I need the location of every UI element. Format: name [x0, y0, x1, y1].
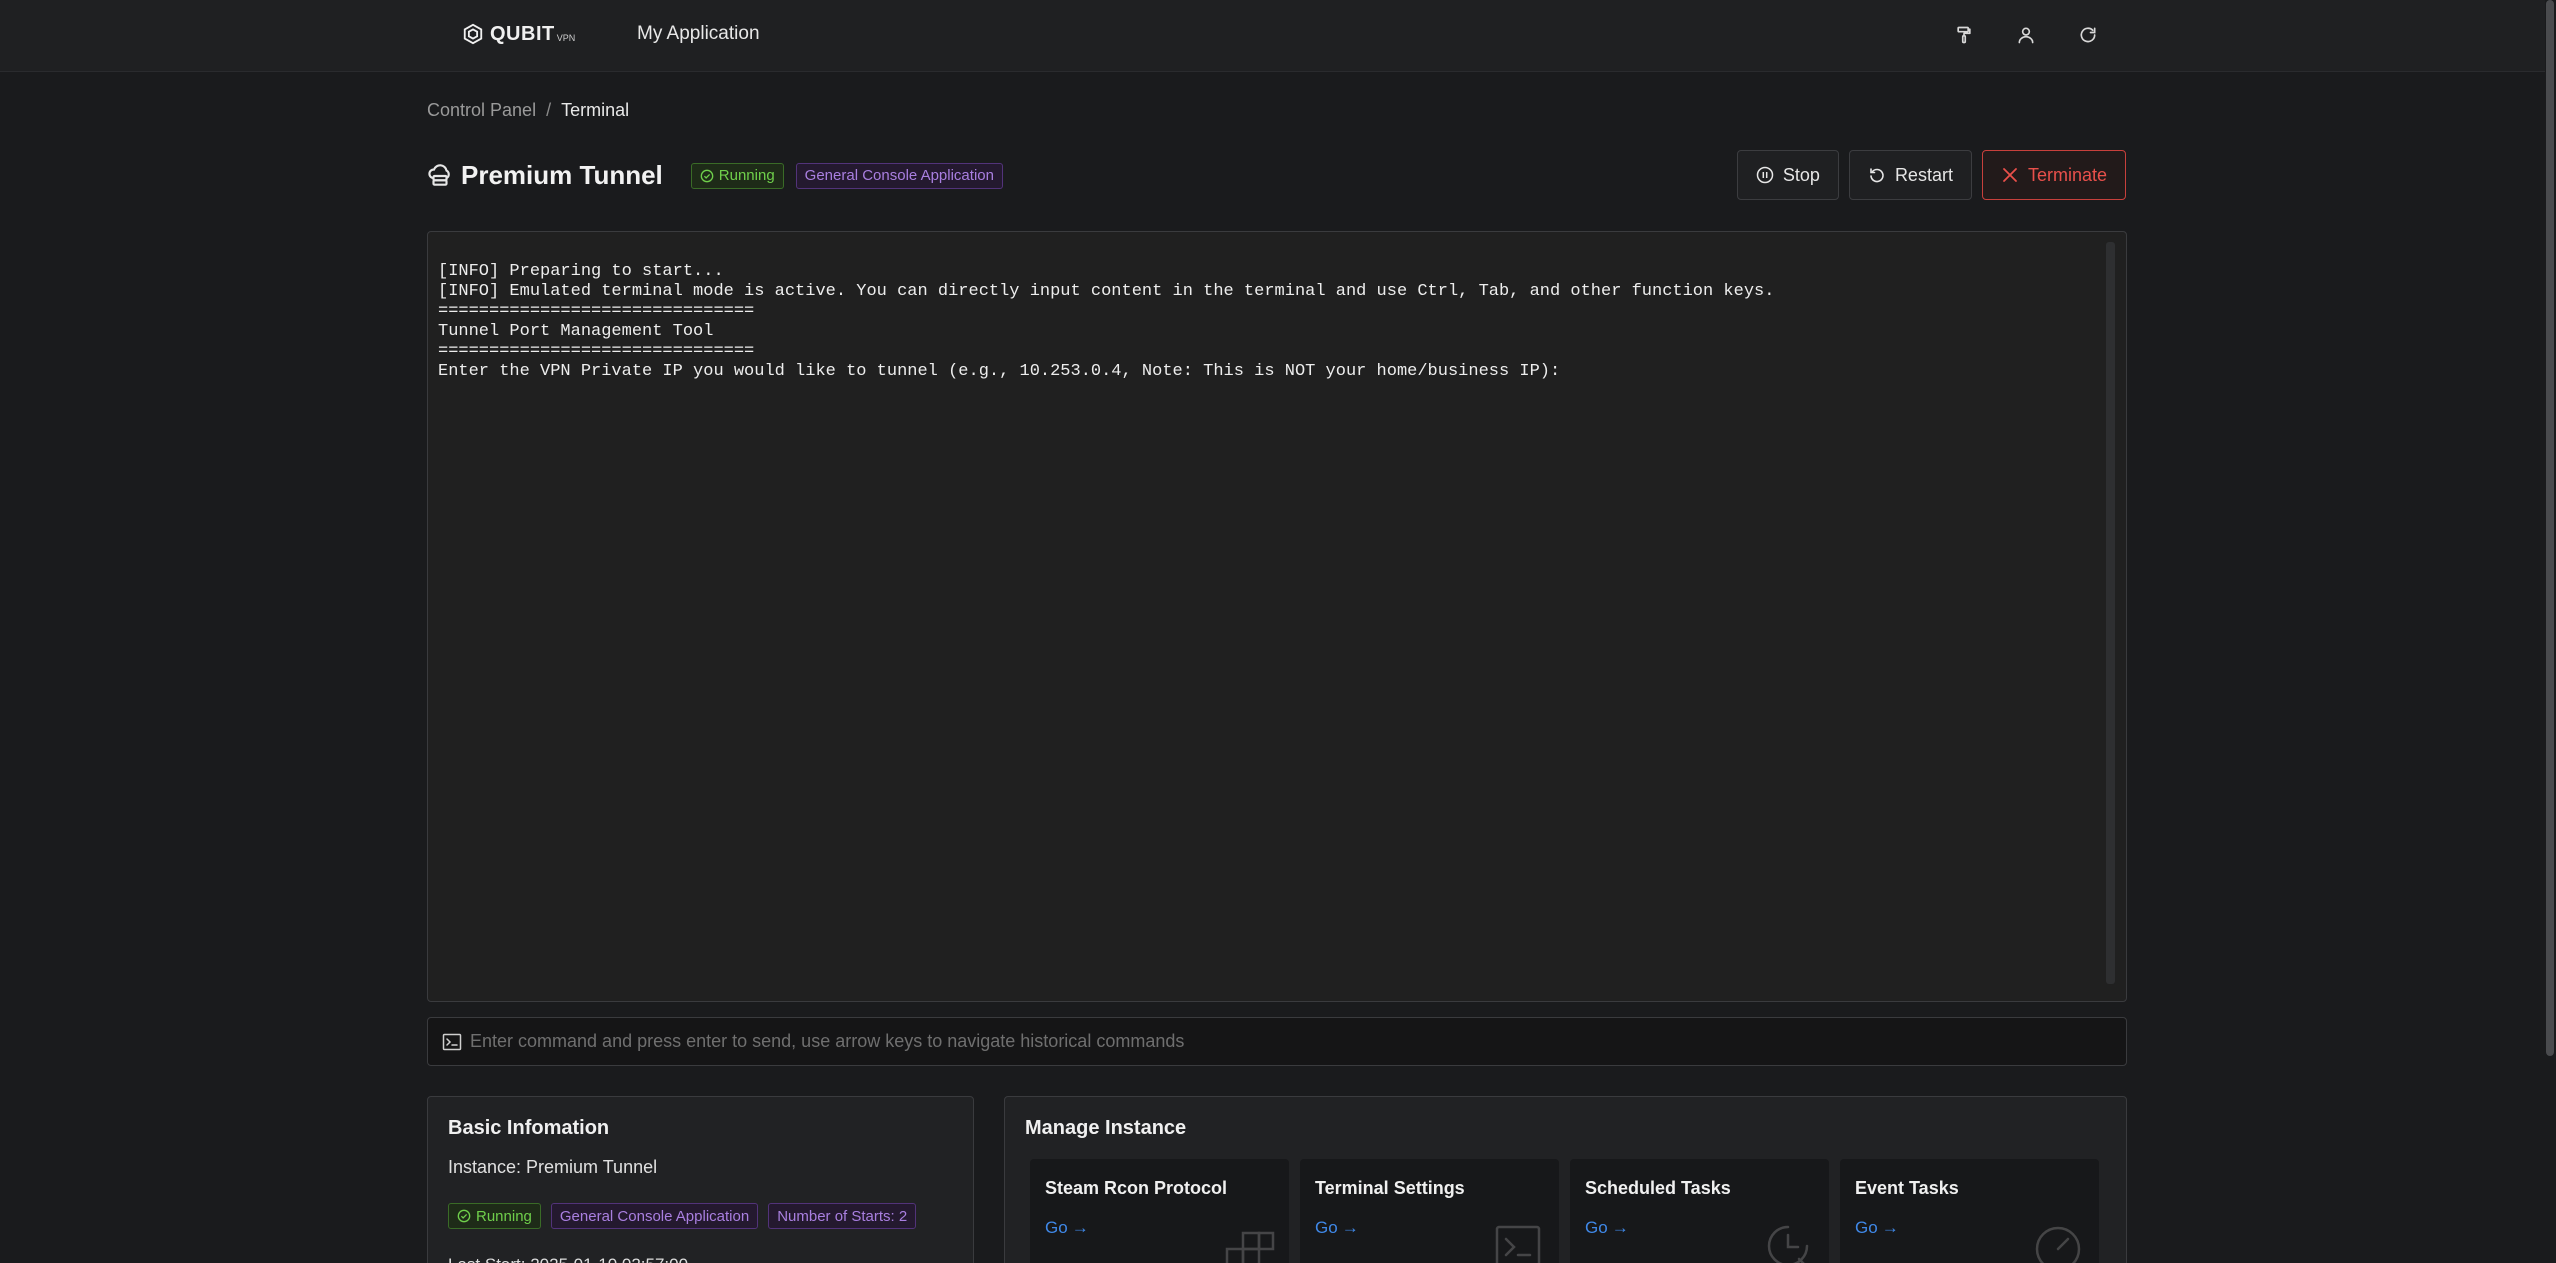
close-icon: [2003, 168, 2017, 182]
logo-subtext: VPN: [556, 33, 576, 43]
page-scrollbar[interactable]: [2545, 0, 2556, 1263]
breadcrumb-separator: /: [546, 100, 552, 120]
arrow-right-icon: →: [1341, 1218, 1359, 1237]
instance-name-line: Instance: Premium Tunnel: [448, 1157, 658, 1177]
user-icon[interactable]: [2013, 22, 2039, 48]
dashboard-icon: [2035, 1226, 2081, 1263]
terminal-text: [INFO] Preparing to start... [INFO] Emula…: [438, 262, 1774, 382]
manage-instance-title: Manage Instance: [1025, 1117, 1187, 1139]
status-badge-label: Running: [476, 1207, 532, 1225]
basic-info-card: Basic Infomation Instance: Premium Tunne…: [427, 1096, 974, 1263]
tile-title: Steam Rcon Protocol: [1045, 1178, 1228, 1198]
command-bar: [427, 1017, 2127, 1066]
logo-text: QUBIT: [490, 22, 555, 45]
tile-go-label: Go: [1855, 1218, 1878, 1237]
terminal-line: ===============================: [438, 342, 755, 361]
top-navbar: QUBIT VPN My Application: [0, 0, 2545, 72]
pause-circle-icon: [1756, 166, 1774, 184]
tile-go-link[interactable]: Go →: [1855, 1218, 1899, 1238]
breadcrumb-control-panel[interactable]: Control Panel: [427, 100, 536, 121]
stop-button-label: Stop: [1782, 164, 1820, 185]
command-input[interactable]: [470, 1018, 2126, 1065]
terminal-icon: [1495, 1225, 1541, 1263]
terminal-scrollbar[interactable]: [2106, 242, 2115, 984]
instance-actions: Stop Restart Terminate: [1736, 150, 2126, 200]
terminal-line: [INFO] Preparing to start...: [438, 262, 724, 281]
breadcrumb-terminal: Terminal: [561, 100, 630, 120]
stop-button[interactable]: Stop: [1736, 150, 1839, 200]
page-scrollbar-thumb[interactable]: [2546, 0, 2554, 1056]
tile-go-label: Go: [1315, 1218, 1338, 1237]
breadcrumb: Control Panel / Terminal: [427, 100, 629, 121]
arrow-right-icon: →: [1881, 1218, 1899, 1237]
status-badge: Running: [448, 1203, 541, 1229]
tile-go-label: Go: [1585, 1218, 1608, 1237]
tile-go-link[interactable]: Go →: [1045, 1218, 1089, 1238]
restart-icon: [1870, 168, 1884, 183]
refresh-icon[interactable]: [2075, 22, 2101, 48]
paint-roller-icon[interactable]: [1951, 22, 1977, 48]
starts-badge: Number of Starts: 2: [768, 1203, 917, 1229]
tile-terminal-settings[interactable]: Terminal Settings Go →: [1300, 1159, 1559, 1263]
type-badge: General Console Application: [795, 162, 1003, 189]
manage-instance-card: Manage Instance Steam Rcon Protocol Go → …: [1004, 1096, 2127, 1263]
page-title: Premium Tunnel: [461, 160, 663, 190]
restart-button-label: Restart: [1894, 164, 1953, 185]
check-circle-icon: [457, 1209, 471, 1223]
tile-event-tasks[interactable]: Event Tasks Go →: [1840, 1159, 2099, 1263]
terminal-output[interactable]: [INFO] Preparing to start... [INFO] Emula…: [427, 231, 2127, 1002]
last-start-line: Last Start: 2025-01-10 02:57:00: [448, 1255, 688, 1263]
blocks-icon: [1225, 1231, 1275, 1263]
restart-button[interactable]: Restart: [1848, 150, 1972, 200]
nav-my-application[interactable]: My Application: [637, 23, 760, 45]
tile-title: Event Tasks: [1855, 1178, 1959, 1198]
qubit-logo-icon: [463, 23, 483, 45]
basic-info-title: Basic Infomation: [448, 1117, 610, 1139]
tile-steam-rcon[interactable]: Steam Rcon Protocol Go →: [1030, 1159, 1289, 1263]
type-badge: General Console Application: [550, 1203, 759, 1229]
tile-go-link[interactable]: Go →: [1315, 1218, 1359, 1238]
arrow-right-icon: →: [1071, 1218, 1089, 1237]
status-badge-label: Running: [718, 167, 775, 184]
status-badge: Running: [690, 162, 784, 189]
terminal-line: Tunnel Port Management Tool: [438, 322, 714, 341]
terminal-line: Enter the VPN Private IP you would like …: [438, 362, 1561, 381]
terminate-button-label: Terminate: [2027, 164, 2107, 185]
terminal-line: ===============================: [438, 302, 755, 321]
basic-info-tags: Running General Console Application Numb…: [448, 1203, 926, 1229]
arrow-right-icon: →: [1611, 1218, 1629, 1237]
clock-icon: [1767, 1225, 1809, 1263]
tile-title: Scheduled Tasks: [1585, 1178, 1731, 1198]
cloud-server-icon: [428, 163, 450, 186]
terminal-prompt-icon: [442, 1033, 462, 1050]
check-circle-icon: [700, 169, 714, 182]
terminate-button[interactable]: Terminate: [1981, 150, 2126, 200]
tile-go-link[interactable]: Go →: [1585, 1218, 1629, 1238]
tile-scheduled-tasks[interactable]: Scheduled Tasks Go →: [1570, 1159, 1829, 1263]
logo[interactable]: QUBIT VPN: [462, 22, 575, 46]
instance-title-row: Premium Tunnel Running General Console A…: [427, 160, 1015, 191]
terminal-line: [INFO] Emulated terminal mode is active.…: [438, 282, 1775, 301]
tile-go-label: Go: [1045, 1218, 1068, 1237]
tile-title: Terminal Settings: [1315, 1178, 1465, 1198]
